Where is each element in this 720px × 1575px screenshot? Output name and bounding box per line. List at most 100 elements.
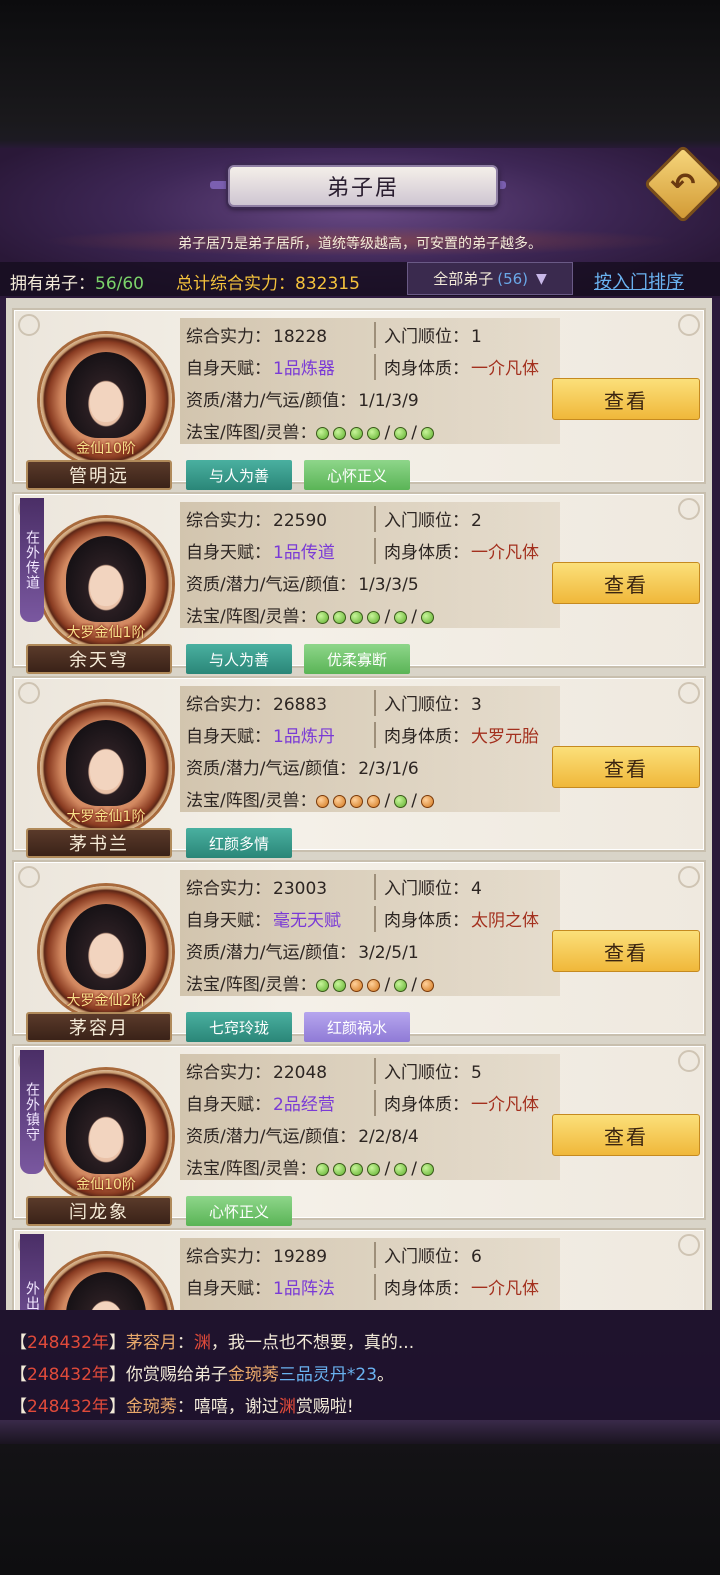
green-orb-icon xyxy=(350,1162,364,1176)
avatar[interactable] xyxy=(66,904,146,990)
view-button[interactable]: 查看 xyxy=(552,930,700,972)
disciple-card[interactable]: 外出 综合实力： 19289 入门顺位： 6 自身天赋： 1品阵法 肉身体质： 一介凡体 xyxy=(12,1228,706,1310)
order-value: 1 xyxy=(471,327,482,347)
back-arrow-icon[interactable]: ↶ xyxy=(665,166,701,202)
attributes-value: 3/2/5/1 xyxy=(358,943,419,963)
order-label: 入门顺位： xyxy=(384,1063,469,1083)
orange-orb-icon xyxy=(350,978,364,992)
trait-tag[interactable]: 红颜祸水 xyxy=(304,1012,410,1042)
treasure-label: 法宝/阵图/灵兽： xyxy=(186,975,317,995)
attributes-label: 资质/潜力/气运/颜值： xyxy=(186,391,357,411)
chat-text: ： xyxy=(176,1333,194,1353)
avatar[interactable] xyxy=(66,1088,146,1174)
disciple-filter-dropdown[interactable]: 全部弟子 (56) ▼ xyxy=(407,262,573,295)
disciple-card[interactable]: 大罗金仙1阶 茅书兰 综合实力： 26883 入门顺位： 3 自身天赋： 1品炼丹 肉身体质：大… xyxy=(12,676,706,858)
dropdown-triangle-icon: ▼ xyxy=(536,270,547,287)
view-button[interactable]: 查看 xyxy=(552,1114,700,1156)
view-button[interactable]: 查看 xyxy=(552,746,700,788)
attributes-row: 资质/潜力/气运/颜值： 1/1/3/9 xyxy=(186,386,419,411)
card-corner-ornament xyxy=(678,498,700,520)
trait-tag[interactable]: 七窍玲珑 xyxy=(186,1012,292,1042)
power-label: 综合实力： xyxy=(186,327,271,347)
green-orb-icon xyxy=(333,1162,347,1176)
treasure-label: 法宝/阵图/灵兽： xyxy=(186,791,317,811)
trait-tag[interactable]: 与人为善 xyxy=(186,460,292,490)
trait-tag[interactable]: 心怀正义 xyxy=(186,1196,292,1226)
disciple-card[interactable]: 金仙10阶 闫龙象 在外镇守 综合实力： 22048 入门顺位： 5 自身天赋： 2品经营 肉身体… xyxy=(12,1044,706,1226)
talent-value: 2品经营 xyxy=(273,1095,335,1115)
avatar[interactable] xyxy=(66,720,146,806)
treasure-row: 法宝/阵图/灵兽： / / xyxy=(186,1154,438,1179)
green-orb-icon xyxy=(420,1162,434,1176)
treasure-row: 法宝/阵图/灵兽： / / xyxy=(186,786,438,811)
slash-separator: / xyxy=(384,607,391,627)
trait-tag[interactable]: 优柔寡断 xyxy=(304,644,410,674)
card-corner-ornament xyxy=(678,1234,700,1256)
bracket: 】 xyxy=(108,1397,126,1417)
bracket: 【 xyxy=(10,1365,27,1385)
body-label: 肉身体质： xyxy=(384,727,469,747)
status-flag: 在外传道 xyxy=(20,498,44,622)
talent-row: 自身天赋： 毫无天赋 xyxy=(186,906,341,931)
talent-row: 自身天赋： 1品炼丹 xyxy=(186,722,335,747)
avatar-face xyxy=(90,1302,122,1310)
footer-band xyxy=(0,1420,720,1444)
body-row: 肉身体质： 一介凡体 xyxy=(384,1090,539,1115)
orange-orb-icon xyxy=(420,794,434,808)
power-value: 18228 xyxy=(273,327,328,347)
trait-tag[interactable]: 心怀正义 xyxy=(304,460,410,490)
attributes-label: 资质/潜力/气运/颜值： xyxy=(186,1127,357,1147)
slash-separator: / xyxy=(411,607,417,627)
green-orb-icon xyxy=(367,1162,381,1176)
filter-count: (56) xyxy=(497,269,529,288)
disciple-card[interactable]: 大罗金仙2阶 茅容月 综合实力： 23003 入门顺位： 4 自身天赋： 毫无天赋 肉身体质：太… xyxy=(12,860,706,1042)
body-row: 肉身体质： 一介凡体 xyxy=(384,1274,539,1299)
chat-text: ，我一点也不想要，真的... xyxy=(210,1333,415,1353)
attributes-row: 资质/潜力/气运/颜值： 3/2/5/1 xyxy=(186,938,419,963)
divider xyxy=(374,538,376,564)
disciple-name: 闫龙象 xyxy=(26,1196,172,1226)
attributes-value: 1/3/3/5 xyxy=(358,575,419,595)
body-row: 肉身体质： 一介凡体 xyxy=(384,538,539,563)
treasure-label: 法宝/阵图/灵兽： xyxy=(186,423,317,443)
green-orb-icon xyxy=(394,426,408,440)
talent-label: 自身天赋： xyxy=(186,911,271,931)
cultivation-rank: 大罗金仙1阶 xyxy=(66,809,146,825)
avatar-face xyxy=(90,750,122,790)
avatar[interactable] xyxy=(66,352,146,438)
card-corner-ornament xyxy=(678,314,700,336)
owned-disciples: 拥有弟子：56/60 xyxy=(10,269,144,294)
avatar-face xyxy=(90,566,122,606)
trait-tag[interactable]: 红颜多情 xyxy=(186,828,292,858)
bracket: 】 xyxy=(108,1333,126,1353)
disciple-card[interactable]: 大罗金仙1阶 余天穹 在外传道 综合实力： 22590 入门顺位： 2 自身天赋： 1品传道 肉身… xyxy=(12,492,706,674)
chat-log: 【248432年】茅容月：渊，我一点也不想要，真的... 【248432年】你赏赐… xyxy=(0,1310,720,1420)
body-label: 肉身体质： xyxy=(384,911,469,931)
power-row: 综合实力： 19289 xyxy=(186,1242,327,1267)
talent-value: 1品阵法 xyxy=(273,1279,335,1299)
power-row: 综合实力： 18228 xyxy=(186,322,327,347)
disciple-card[interactable]: 金仙10阶 管明远 综合实力： 18228 入门顺位： 1 自身天赋： 1品炼器 肉身体质： 一介… xyxy=(12,308,706,490)
view-button[interactable]: 查看 xyxy=(552,378,700,420)
avatar-face xyxy=(90,934,122,974)
chat-speaker: 茅容月 xyxy=(125,1333,177,1353)
body-value: 一介凡体 xyxy=(471,1279,539,1299)
talent-value: 毫无天赋 xyxy=(273,911,341,931)
green-orb-icon xyxy=(420,610,434,624)
status-flag: 外出 xyxy=(20,1234,44,1310)
sort-by-order-link[interactable]: 按入门排序 xyxy=(594,268,684,294)
divider xyxy=(374,722,376,748)
avatar[interactable] xyxy=(66,536,146,622)
view-button[interactable]: 查看 xyxy=(552,562,700,604)
avatar-face xyxy=(90,382,122,422)
disciple-list[interactable]: 金仙10阶 管明远 综合实力： 18228 入门顺位： 1 自身天赋： 1品炼器 肉身体质： 一介… xyxy=(6,298,712,1310)
order-label: 入门顺位： xyxy=(384,1247,469,1267)
trait-tag[interactable]: 与人为善 xyxy=(186,644,292,674)
divider xyxy=(374,1274,376,1300)
green-orb-icon xyxy=(316,1162,330,1176)
chat-message: 【248432年】你赏赐给弟子金琬莠三品灵丹*23。 xyxy=(10,1360,394,1385)
talent-row: 自身天赋： 1品传道 xyxy=(186,538,335,563)
power-label: 综合实力： xyxy=(186,879,271,899)
attributes-row: 资质/潜力/气运/颜值： 2/3/1/6 xyxy=(186,754,419,779)
talent-value: 1品传道 xyxy=(273,543,335,563)
